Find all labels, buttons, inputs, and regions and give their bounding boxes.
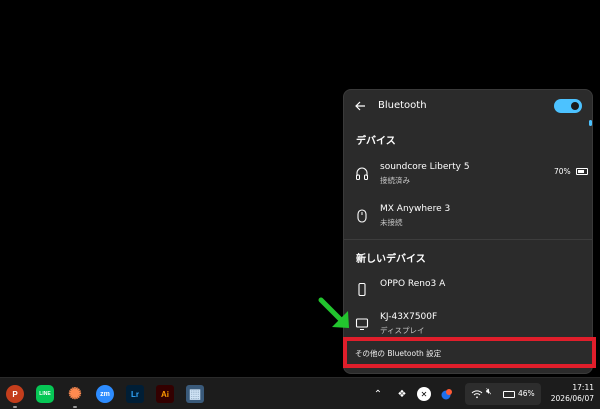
device-item-mx-anywhere[interactable]: MX Anywhere 3 未接続 xyxy=(344,201,592,237)
devices-header: デバイス xyxy=(356,136,396,147)
display-icon xyxy=(355,318,369,331)
app-label: zm xyxy=(100,390,110,398)
more-settings-label: その他の Bluetooth 設定 xyxy=(355,349,442,358)
app-label: ✺ xyxy=(68,386,82,403)
more-bluetooth-settings-link[interactable]: その他の Bluetooth 設定 xyxy=(343,337,596,368)
running-indicator xyxy=(73,406,77,408)
burst-app-icon[interactable]: ✺ xyxy=(66,385,84,408)
wifi-icon xyxy=(471,390,483,399)
mute-icon: 🔇︎ xyxy=(486,387,492,397)
toggle-knob xyxy=(571,102,579,110)
flyout-header: Bluetooth xyxy=(344,90,592,126)
device-status: 未接続 xyxy=(380,218,403,227)
app-close-icon[interactable]: ✕ xyxy=(417,387,431,401)
calculator-icon[interactable]: ▦ xyxy=(186,385,204,403)
app-label: Lr xyxy=(131,389,139,399)
section-divider xyxy=(344,239,592,240)
mouse-icon xyxy=(357,209,367,223)
quick-settings-button[interactable]: 🔇︎ 46% xyxy=(465,383,541,405)
device-name: soundcore Liberty 5 xyxy=(380,162,470,172)
device-item-soundcore[interactable]: soundcore Liberty 5 接続済み 70% xyxy=(344,159,592,195)
clock-date: 2026/06/07 xyxy=(550,394,594,403)
green-arrow-icon xyxy=(318,297,349,328)
color-app-icon[interactable] xyxy=(440,387,454,401)
device-battery: 70% xyxy=(554,167,571,176)
flyout-title: Bluetooth xyxy=(378,100,427,111)
lightroom-icon[interactable]: Lr xyxy=(126,385,144,403)
bluetooth-toggle[interactable] xyxy=(554,99,582,113)
running-indicator xyxy=(13,406,17,408)
battery-percent: 46% xyxy=(518,389,535,398)
color-app-glyph xyxy=(441,389,452,400)
battery-icon xyxy=(576,168,588,175)
device-status: 接続済み xyxy=(380,176,410,185)
line-icon[interactable]: LINE xyxy=(36,385,54,403)
taskbar: P LINE ✺ zm Lr Ai ▦ ⌃ ❖ ✕ 🔇︎ 46% 17:11 2… xyxy=(0,377,600,409)
powerpoint-icon[interactable]: P xyxy=(6,385,24,408)
clock[interactable]: 17:11 2026/06/07 xyxy=(551,382,594,404)
scroll-indicator xyxy=(589,120,592,126)
device-status: ディスプレイ xyxy=(380,326,425,335)
app-label: LINE xyxy=(39,391,51,397)
headphones-icon xyxy=(356,167,368,180)
new-devices-header: 新しいデバイス xyxy=(356,254,426,265)
phone-icon xyxy=(358,282,366,297)
dropbox-icon[interactable]: ❖ xyxy=(395,387,409,401)
app-label: ▦ xyxy=(188,386,202,401)
zoom-icon[interactable]: zm xyxy=(96,385,114,403)
app-label: P xyxy=(12,389,18,399)
battery-icon xyxy=(503,391,515,398)
clock-time: 17:11 xyxy=(572,383,594,392)
device-name: KJ-43X7500F xyxy=(380,312,438,322)
illustrator-icon[interactable]: Ai xyxy=(156,385,174,403)
app-label: Ai xyxy=(161,389,169,399)
device-name: OPPO Reno3 A xyxy=(380,279,446,289)
bluetooth-flyout: Bluetooth デバイス soundcore Liberty 5 接続済み … xyxy=(343,89,593,374)
device-item-oppo[interactable]: OPPO Reno3 A xyxy=(344,275,592,311)
chevron-up-icon[interactable]: ⌃ xyxy=(371,387,385,401)
back-arrow-icon[interactable] xyxy=(353,99,367,113)
device-name: MX Anywhere 3 xyxy=(380,204,451,214)
